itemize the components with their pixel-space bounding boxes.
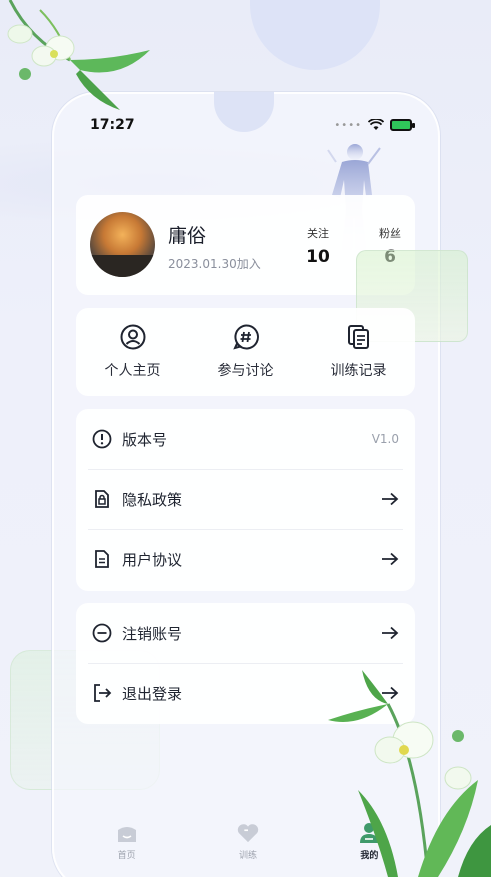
following-label: 关注 (307, 227, 329, 240)
shortcut-label: 训练记录 (330, 363, 387, 379)
info-icon (92, 429, 112, 449)
settings-menu: 版本号 V1.0 隐私政策 用户协议 (76, 409, 415, 591)
wifi-icon (368, 119, 384, 130)
status-bar: 17:27 •••• (90, 117, 415, 137)
orchid-top-left-icon (7, 0, 150, 110)
menu-label: 用户协议 (122, 550, 183, 569)
tab-label: 训练 (238, 851, 257, 861)
menu-label: 版本号 (122, 430, 168, 449)
shortcut-card: 个人主页 参与讨论 训练记录 (76, 308, 415, 396)
arrow-right-icon (382, 492, 399, 506)
logout-icon (92, 683, 112, 703)
hashtag-icon (232, 324, 259, 350)
username: 庸俗 (168, 225, 207, 247)
menu-item-privacy-policy[interactable]: 隐私政策 (76, 469, 415, 529)
following-count: 10 (306, 247, 330, 267)
arrow-right-icon (382, 552, 399, 566)
lock-document-icon (92, 489, 112, 509)
fans-label: 粉丝 (379, 227, 401, 240)
shortcut-training-record[interactable]: 训练记录 (302, 308, 415, 396)
menu-item-user-agreement[interactable]: 用户协议 (76, 529, 415, 589)
heart-icon (237, 822, 259, 844)
tab-home[interactable]: 首页 (66, 812, 187, 872)
shortcut-label: 参与讨论 (217, 363, 274, 379)
home-icon (116, 822, 138, 844)
user-icon (120, 324, 146, 350)
signal-icon: •••• (334, 119, 362, 131)
menu-label: 隐私政策 (122, 490, 183, 509)
join-date: 2023.01.30加入 (168, 257, 261, 271)
arrow-right-icon (382, 626, 399, 640)
shortcut-label: 个人主页 (104, 363, 161, 379)
tab-training[interactable]: 训练 (187, 812, 308, 872)
menu-label: 注销账号 (122, 624, 183, 643)
version-value: V1.0 (371, 432, 399, 446)
menu-item-version[interactable]: 版本号 V1.0 (76, 409, 415, 469)
tab-label: 首页 (117, 851, 136, 861)
orchid-bottom-right-icon (328, 670, 491, 877)
minus-circle-icon (92, 623, 112, 643)
document-copy-icon (346, 324, 372, 350)
shortcut-profile-page[interactable]: 个人主页 (76, 308, 189, 396)
menu-item-delete-account[interactable]: 注销账号 (76, 603, 415, 663)
avatar[interactable] (90, 212, 155, 277)
background-decoration (250, 0, 380, 70)
document-icon (92, 549, 112, 569)
following-stat[interactable]: 关注 10 (298, 225, 338, 267)
shortcut-discussion[interactable]: 参与讨论 (189, 308, 302, 396)
battery-icon (390, 119, 415, 131)
